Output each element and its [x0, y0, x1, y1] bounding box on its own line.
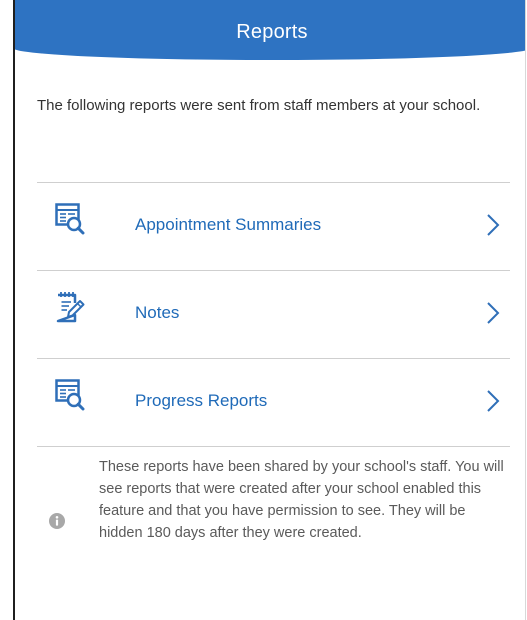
chevron-right-icon	[487, 390, 500, 412]
report-row-appointment-summaries[interactable]: Appointment Summaries	[37, 183, 510, 271]
report-label: Notes	[135, 303, 180, 322]
report-label: Progress Reports	[135, 391, 268, 410]
report-search-icon	[55, 203, 85, 235]
chevron-right-icon	[487, 214, 500, 236]
reports-screen: Reports The following reports were sent …	[13, 0, 526, 620]
report-row-progress-reports[interactable]: Progress Reports	[37, 359, 510, 447]
info-text: These reports have been shared by your s…	[99, 459, 504, 541]
notepad-pencil-icon	[56, 292, 85, 323]
report-row-notes[interactable]: Notes	[37, 271, 510, 359]
info-icon	[49, 513, 65, 529]
intro-text: The following reports were sent from sta…	[37, 97, 481, 114]
chevron-right-icon	[487, 302, 500, 324]
report-list: Appointment Summaries Notes Progress Rep…	[37, 182, 510, 447]
page-title: Reports	[236, 21, 308, 43]
report-search-icon	[55, 379, 85, 411]
header-bar: Reports	[15, 0, 525, 60]
report-label: Appointment Summaries	[135, 215, 322, 234]
